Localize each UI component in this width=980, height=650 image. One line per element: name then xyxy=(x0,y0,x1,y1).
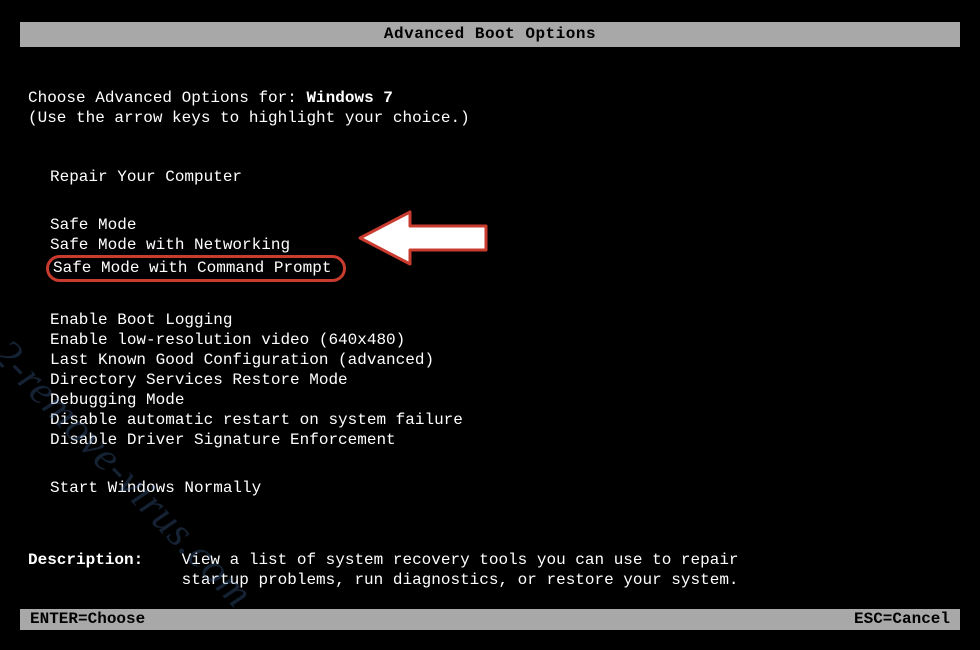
option-start-windows-normally[interactable]: Start Windows Normally xyxy=(50,478,960,498)
option-last-known-good[interactable]: Last Known Good Configuration (advanced) xyxy=(50,350,960,370)
hint-line: (Use the arrow keys to highlight your ch… xyxy=(28,109,960,127)
group-advanced: Enable Boot Logging Enable low-resolutio… xyxy=(50,310,960,450)
option-safe-mode-command-prompt[interactable]: Safe Mode with Command Prompt xyxy=(46,255,346,282)
group-safe-mode: Safe Mode Safe Mode with Networking Safe… xyxy=(50,215,960,282)
title-text: Advanced Boot Options xyxy=(384,25,596,43)
os-name: Windows 7 xyxy=(306,89,392,107)
description-line-2: startup problems, run diagnostics, or re… xyxy=(182,571,739,589)
footer-esc: ESC=Cancel xyxy=(854,610,950,628)
footer-enter: ENTER=Choose xyxy=(30,610,145,628)
choose-line: Choose Advanced Options for: Windows 7 xyxy=(28,89,960,107)
option-repair-your-computer[interactable]: Repair Your Computer xyxy=(50,167,960,187)
description-block: Description: View a list of system recov… xyxy=(28,550,960,590)
menu-body: Choose Advanced Options for: Windows 7 (… xyxy=(20,89,960,590)
footer-bar: ENTER=Choose ESC=Cancel xyxy=(20,609,960,630)
option-disable-auto-restart[interactable]: Disable automatic restart on system fail… xyxy=(50,410,960,430)
group-repair: Repair Your Computer xyxy=(50,167,960,187)
option-enable-boot-logging[interactable]: Enable Boot Logging xyxy=(50,310,960,330)
option-disable-driver-sig[interactable]: Disable Driver Signature Enforcement xyxy=(50,430,960,450)
group-start-normally: Start Windows Normally xyxy=(50,478,960,498)
title-bar: Advanced Boot Options xyxy=(20,22,960,47)
description-line-1: View a list of system recovery tools you… xyxy=(182,551,739,569)
description-label: Description: xyxy=(28,551,143,569)
option-safe-mode[interactable]: Safe Mode xyxy=(50,215,960,235)
option-debugging-mode[interactable]: Debugging Mode xyxy=(50,390,960,410)
option-low-res-video[interactable]: Enable low-resolution video (640x480) xyxy=(50,330,960,350)
option-safe-mode-networking[interactable]: Safe Mode with Networking xyxy=(50,235,960,255)
option-ds-restore-mode[interactable]: Directory Services Restore Mode xyxy=(50,370,960,390)
